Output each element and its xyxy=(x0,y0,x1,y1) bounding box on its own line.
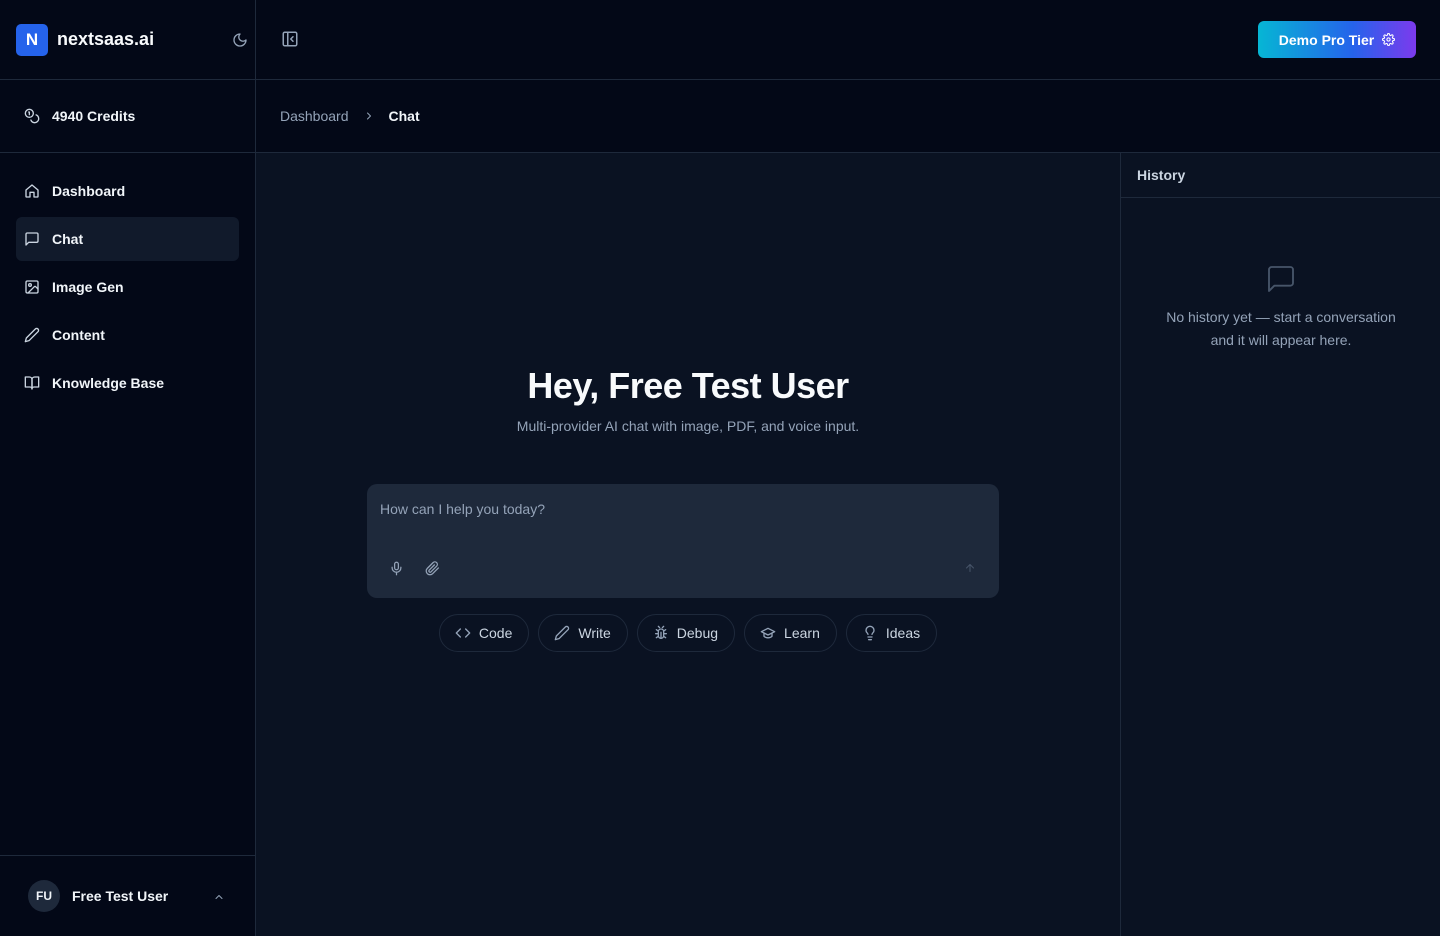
send-arrow-icon[interactable] xyxy=(964,562,976,574)
chevron-right-icon xyxy=(363,110,375,122)
sidebar-item-label: Knowledge Base xyxy=(52,375,165,391)
chip-label: Code xyxy=(478,625,513,641)
brand-logo[interactable]: N xyxy=(16,23,48,56)
demo-pro-tier-button[interactable]: Demo Pro Tier xyxy=(1258,21,1416,58)
book-open-icon xyxy=(24,375,40,391)
chip-ideas[interactable]: Ideas xyxy=(845,614,938,652)
sidebar-item-image-gen[interactable]: Image Gen xyxy=(16,265,239,309)
sidebar-item-label: Chat xyxy=(52,231,84,247)
chip-write[interactable]: Write xyxy=(538,614,628,652)
credits-label: 4940 Credits xyxy=(52,108,136,124)
breadcrumb-current: Chat xyxy=(388,108,420,124)
paperclip-icon[interactable] xyxy=(425,561,440,576)
brand-name[interactable]: nextsaas.ai xyxy=(57,29,154,50)
chip-learn[interactable]: Learn xyxy=(744,614,837,652)
home-icon xyxy=(24,183,40,199)
chip-code[interactable]: Code xyxy=(438,614,530,652)
sidebar-item-label: Dashboard xyxy=(52,183,126,199)
message-square-icon xyxy=(24,231,40,247)
sidebar-item-label: Image Gen xyxy=(52,279,124,295)
gear-icon xyxy=(1382,33,1396,46)
chevron-up-icon[interactable] xyxy=(213,891,225,903)
page-subtitle: Multi-provider AI chat with image, PDF, … xyxy=(516,418,860,434)
chip-debug[interactable]: Debug xyxy=(636,614,736,652)
breadcrumb-dashboard[interactable]: Dashboard xyxy=(280,108,349,124)
lightbulb-icon xyxy=(862,625,878,641)
history-empty-line-2: and it will appear here. xyxy=(1210,332,1352,348)
sidebar-item-knowledge-base[interactable]: Knowledge Base xyxy=(16,361,239,405)
pro-button-label: Demo Pro Tier xyxy=(1278,31,1375,48)
sidebar-item-chat[interactable]: Chat xyxy=(16,217,239,261)
sidebar-item-content[interactable]: Content xyxy=(16,313,239,357)
image-icon xyxy=(24,279,40,295)
chip-label: Write xyxy=(578,625,611,641)
chip-label: Ideas xyxy=(885,625,921,641)
history-empty-line-1: No history yet — start a conversation xyxy=(1166,309,1396,325)
history-title: History xyxy=(1121,153,1440,198)
suggestion-chips: Code Write Debug Learn Ideas xyxy=(256,614,1120,652)
user-name: Free Test User xyxy=(72,888,169,904)
top-bar: Demo Pro Tier xyxy=(256,0,1440,80)
history-empty-message: No history yet — start a conversation an… xyxy=(1141,306,1421,352)
pencil-icon xyxy=(24,327,40,343)
sidebar: N nextsaas.ai 4940 Credits Dashboard Cha… xyxy=(0,0,256,936)
mic-icon[interactable] xyxy=(389,561,404,576)
sidebar-item-dashboard[interactable]: Dashboard xyxy=(16,169,239,213)
message-square-icon xyxy=(1265,263,1297,295)
sidebar-item-label: Content xyxy=(52,327,105,343)
chat-composer xyxy=(367,484,999,598)
credits-display: 4940 Credits xyxy=(0,80,255,153)
page-title: Hey, Free Test User xyxy=(527,365,849,406)
breadcrumb: Dashboard Chat xyxy=(256,80,1440,153)
graduation-cap-icon xyxy=(760,625,776,641)
sidebar-nav: Dashboard Chat Image Gen Content Knowled… xyxy=(0,153,255,405)
bug-icon xyxy=(653,625,669,641)
history-panel: History No history yet — start a convers… xyxy=(1120,153,1440,936)
code-icon xyxy=(455,625,471,641)
chat-main: Hey, Free Test User Multi-provider AI ch… xyxy=(256,153,1120,936)
chip-label: Debug xyxy=(676,625,719,641)
moon-icon[interactable] xyxy=(232,32,248,48)
pencil-icon xyxy=(554,625,570,641)
panel-left-icon[interactable] xyxy=(281,30,299,48)
user-menu[interactable]: FU Free Test User xyxy=(0,855,255,936)
chip-label: Learn xyxy=(784,625,820,641)
chat-input[interactable] xyxy=(367,484,999,544)
avatar: FU xyxy=(28,880,60,912)
brand-header: N nextsaas.ai xyxy=(0,0,255,80)
coins-icon xyxy=(24,108,40,124)
